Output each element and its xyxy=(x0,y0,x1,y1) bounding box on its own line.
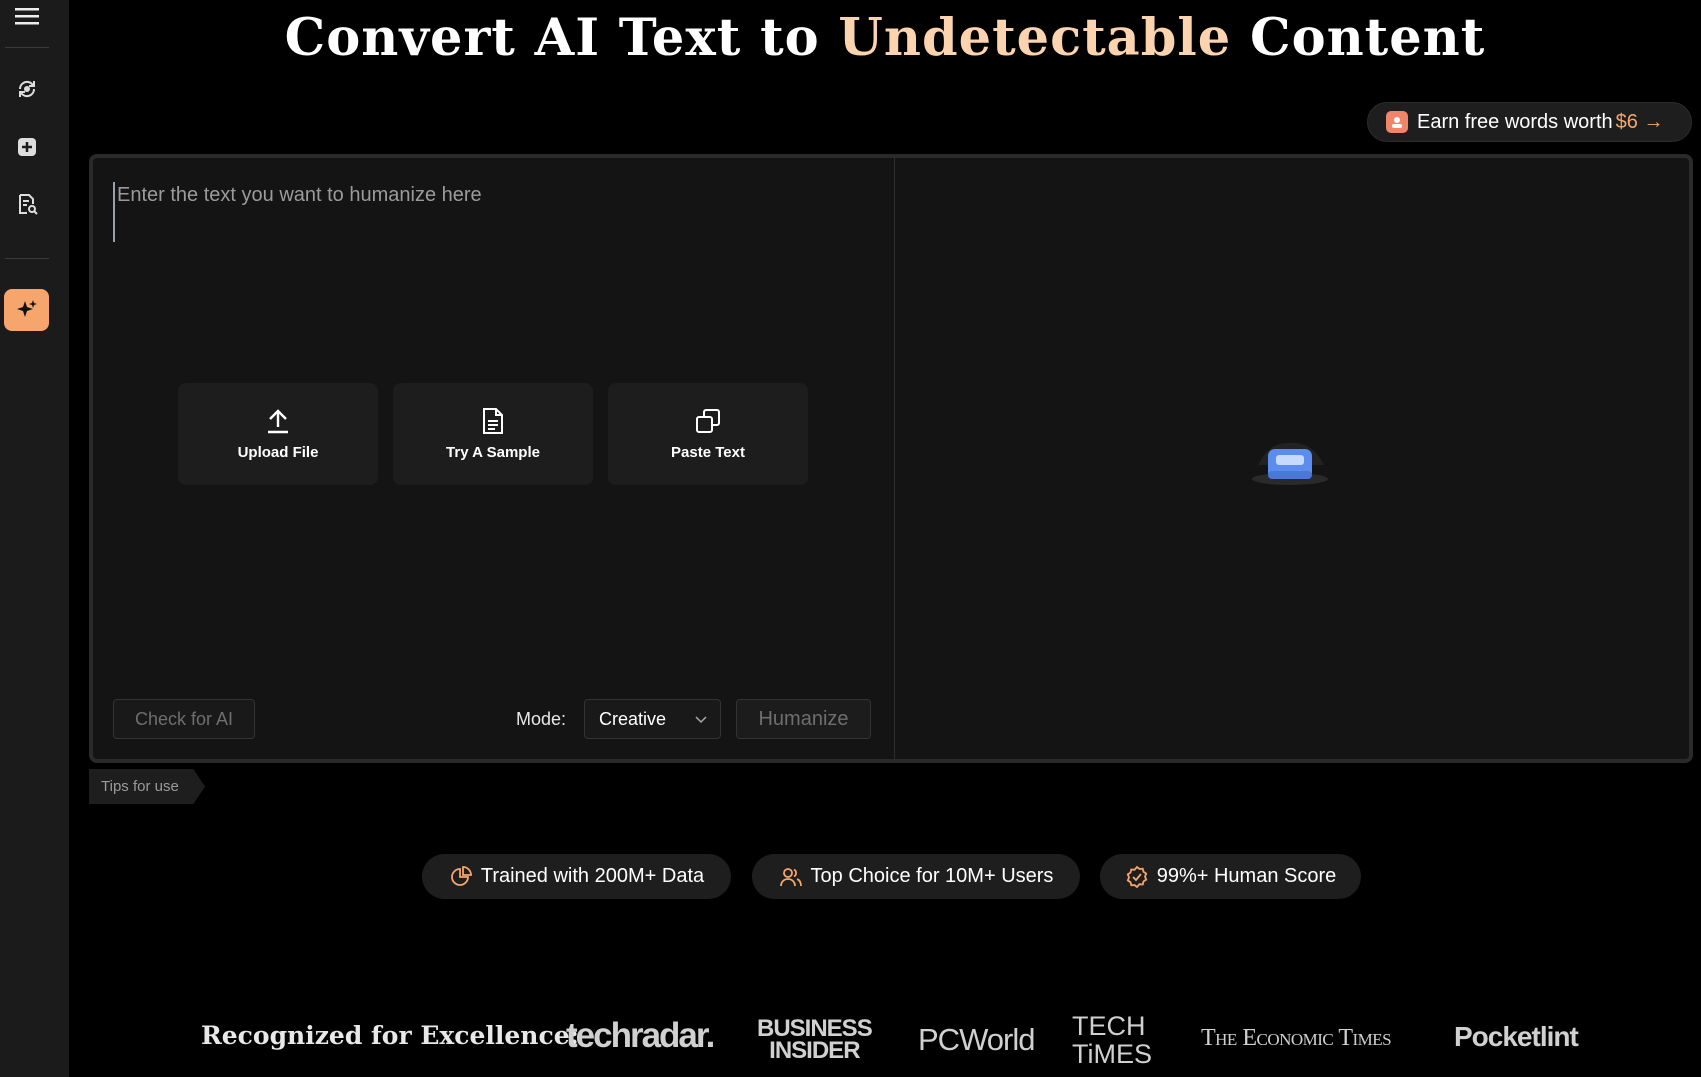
page-title: Convert AI Text to Undetectable Content xyxy=(0,8,1701,68)
paste-text-button[interactable]: Paste Text xyxy=(608,383,808,485)
upload-file-label: Upload File xyxy=(237,444,319,461)
upload-file-button[interactable]: Upload File xyxy=(178,383,378,485)
earn-free-words-button[interactable]: Earn free words worth $6 → xyxy=(1367,102,1692,142)
input-pane: Upload File Try A Sample Paste Text Chec… xyxy=(93,158,895,759)
humanizer-panel: Upload File Try A Sample Paste Text Chec… xyxy=(89,154,1693,763)
earn-amount: $6 → xyxy=(1615,110,1664,133)
upload-icon xyxy=(268,409,288,434)
pie-chart-icon xyxy=(450,865,472,886)
mode-select[interactable]: Creative xyxy=(584,699,721,739)
document-icon xyxy=(483,408,503,434)
recognized-label: Recognized for Excellence: xyxy=(201,1021,579,1050)
stat-human-score: 99%+ Human Score xyxy=(1100,854,1361,899)
logo-business-insider: BUSINESS INSIDER xyxy=(757,1017,873,1064)
paste-text-label: Paste Text xyxy=(671,444,745,461)
logo-techradar: techradar. xyxy=(566,1016,715,1055)
stat-top-choice: Top Choice for 10M+ Users xyxy=(752,854,1080,899)
try-sample-label: Try A Sample xyxy=(446,444,540,461)
logo-tech-line2: TiMES xyxy=(1072,1039,1152,1069)
logo-tech-times: TECH TiMES xyxy=(1072,1012,1152,1068)
doc-search-icon[interactable] xyxy=(11,188,42,219)
refresh-icon[interactable] xyxy=(11,73,42,104)
stat-trained-label: Trained with 200M+ Data xyxy=(480,865,705,887)
chevron-down-icon xyxy=(695,716,707,724)
sidebar xyxy=(0,0,69,1077)
logo-tech-line1: TECH xyxy=(1072,1011,1146,1041)
tips-for-use-button[interactable]: Tips for use xyxy=(89,769,205,804)
logo-pcworld: PCWorld xyxy=(918,1022,1035,1057)
headline-part1: Convert AI Text to xyxy=(284,8,839,68)
logo-pocketlint: Pocketlint xyxy=(1454,1021,1579,1052)
logo-economic-times: The Economic Times xyxy=(1201,1025,1392,1051)
stat-human-score-label: 99%+ Human Score xyxy=(1156,865,1337,887)
humanize-button[interactable]: Humanize xyxy=(736,699,871,739)
headline-accent: Undetectable xyxy=(838,8,1232,68)
sidebar-divider xyxy=(5,258,49,259)
headline-part2: Content xyxy=(1231,8,1486,68)
paste-icon xyxy=(696,409,720,433)
humanize-input[interactable] xyxy=(113,182,873,242)
sparkle-icon[interactable] xyxy=(4,289,49,331)
check-for-ai-button[interactable]: Check for AI xyxy=(113,699,255,739)
mode-value: Creative xyxy=(599,708,667,729)
empty-box-icon xyxy=(1250,435,1330,492)
logo-business-line2: INSIDER xyxy=(769,1037,860,1064)
stat-trained-data: Trained with 200M+ Data xyxy=(422,854,731,899)
earn-text: Earn free words worth xyxy=(1417,110,1613,133)
verified-icon xyxy=(1126,865,1148,888)
gift-icon xyxy=(1386,111,1408,133)
users-icon xyxy=(779,867,802,886)
stat-top-choice-label: Top Choice for 10M+ Users xyxy=(810,865,1054,887)
add-icon[interactable] xyxy=(11,131,42,162)
mode-label: Mode: xyxy=(516,709,567,729)
try-sample-button[interactable]: Try A Sample xyxy=(393,383,593,485)
